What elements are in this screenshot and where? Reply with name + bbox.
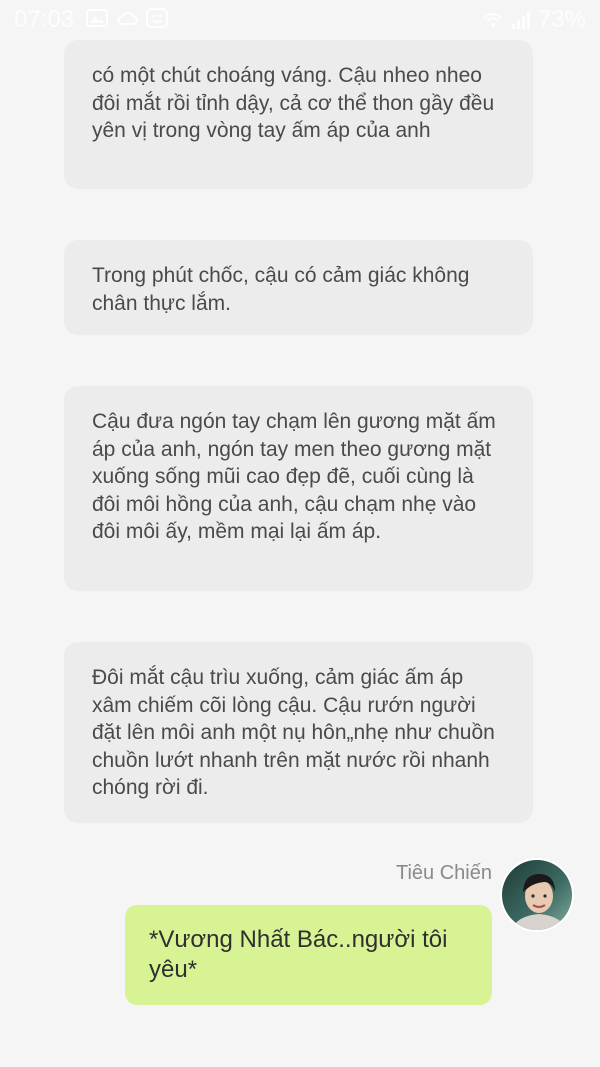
avatar[interactable] bbox=[500, 858, 574, 932]
message-bubble[interactable]: Trong phút chốc, cậu có cảm giác không c… bbox=[64, 240, 533, 335]
status-bar: 07:03 73% bbox=[0, 0, 600, 40]
cloud-icon bbox=[116, 8, 138, 28]
signal-icon bbox=[510, 10, 532, 30]
reply-bubble[interactable]: *Vương Nhất Bác..người tôi yêu* bbox=[125, 905, 492, 1005]
status-icons-left bbox=[86, 8, 168, 28]
message-bubble[interactable]: có một chút choáng váng. Cậu nheo nheo đ… bbox=[64, 40, 533, 189]
message-bubble[interactable]: Cậu đưa ngón tay chạm lên gương mặt ấm á… bbox=[64, 386, 533, 591]
smile-icon bbox=[146, 8, 168, 28]
wifi-icon bbox=[482, 10, 504, 30]
sender-name: Tiêu Chiến bbox=[396, 862, 492, 884]
status-time: 07:03 bbox=[14, 6, 75, 33]
status-icons-right: 73% bbox=[482, 6, 586, 34]
gallery-icon bbox=[86, 8, 108, 28]
battery-level: 73% bbox=[537, 6, 586, 33]
message-bubble[interactable]: Đôi mắt cậu trìu xuống, cảm giác ấm áp x… bbox=[64, 642, 533, 823]
